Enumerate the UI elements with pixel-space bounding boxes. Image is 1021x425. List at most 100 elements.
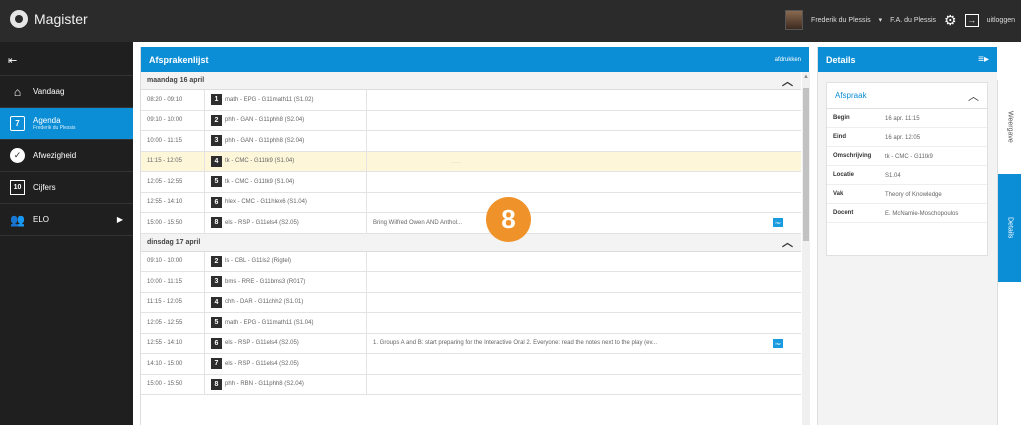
appointment-row[interactable]: 15:00 - 15:50 8 els - RSP - G11els4 (S2.0… bbox=[141, 213, 801, 234]
field-value: S1.04 bbox=[885, 173, 901, 179]
details-title: Details bbox=[826, 54, 856, 65]
sidebar-item-vandaag[interactable]: ⌂ Vandaag bbox=[0, 76, 133, 108]
course-text: ls - CBL - G11ls2 (Rigtel) bbox=[225, 258, 292, 265]
sidebar-item-elo[interactable]: 👥 ELO ▶ bbox=[0, 204, 133, 236]
appointment-course: 6 hlex - CMC - G11hlex6 (S1.04) bbox=[205, 192, 367, 212]
period-number: 4 bbox=[211, 296, 222, 308]
scrollbar-thumb[interactable] bbox=[803, 88, 809, 241]
period-number: 3 bbox=[211, 135, 222, 147]
day-label: dinsdag 17 april bbox=[147, 238, 201, 246]
course-text: els - RSP - G11els4 (S2.05) bbox=[225, 340, 299, 347]
chevron-up-icon[interactable]: ︿ bbox=[782, 73, 793, 89]
appointment-time: 12:05 - 12:55 bbox=[141, 172, 205, 192]
appointment-row[interactable]: 12:55 - 14:10 6 hlex - CMC - G11hlex6 (S1… bbox=[141, 192, 801, 213]
appointment-row[interactable]: 11:15 - 12:05 4 chh - DAR - G11chh2 (S1.0… bbox=[141, 292, 801, 313]
appointments-header: Afsprakenlijst afdrukken bbox=[141, 47, 809, 72]
tab-weergave[interactable]: Weergave bbox=[998, 80, 1021, 174]
logout-icon[interactable]: → bbox=[964, 13, 979, 27]
sidebar-item-cijfers[interactable]: 10 Cijfers bbox=[0, 172, 133, 204]
appointment-course: 3 phh - GAN - G11phh8 (S2.04) bbox=[205, 131, 367, 151]
appointment-time: 14:10 - 15:00 bbox=[141, 354, 205, 374]
homework-badge[interactable]: hw bbox=[773, 338, 783, 348]
field-label: Docent bbox=[833, 210, 854, 216]
appointment-row[interactable]: 10:00 - 11:15 3 phh - GAN - G11phh8 (S2.0… bbox=[141, 131, 801, 152]
course-text: phh - RBN - G11phh8 (S2.04) bbox=[225, 381, 304, 388]
appointment-course: 6 els - RSP - G11els4 (S2.05) bbox=[205, 333, 367, 353]
appointment-note: 1. Groups A and B: start preparing for t… bbox=[373, 340, 658, 347]
appointment-row-selected[interactable]: 11:15 - 12:05 4 tk - CMC - G11tk9 (S1.04)… bbox=[141, 151, 801, 172]
course-text: phh - GAN - G11phh8 (S2.04) bbox=[225, 117, 305, 124]
calendar-icon: 7 bbox=[10, 116, 25, 131]
sidebar-item-sublabel: Frederik du Plessis bbox=[33, 125, 76, 131]
tab-details[interactable]: Details bbox=[998, 174, 1021, 282]
appointments-list[interactable]: maandag 16 april ︿ 08:20 - 09:10 1 math -… bbox=[141, 72, 801, 425]
chevron-down-icon[interactable]: ▾ bbox=[879, 16, 883, 24]
appointment-time: 09:10 - 10:00 bbox=[141, 110, 205, 130]
period-number: 2 bbox=[211, 255, 222, 267]
chevron-up-icon[interactable]: ︿ bbox=[968, 88, 979, 104]
right-tab-bar: Weergave Details bbox=[997, 80, 1021, 425]
user-name[interactable]: Frederik du Plessis bbox=[811, 17, 871, 24]
course-text: math - EPG - G11math11 (S1.02) bbox=[225, 96, 314, 103]
avatar[interactable] bbox=[785, 10, 804, 30]
scroll-up-icon[interactable]: ▲ bbox=[803, 74, 809, 80]
appointment-time: 12:55 - 14:10 bbox=[141, 192, 205, 212]
homework-badge[interactable]: hw bbox=[773, 218, 783, 227]
appointment-row[interactable]: 15:00 - 15:50 8 phh - RBN - G11phh8 (S2.0… bbox=[141, 374, 801, 395]
appointment-time: 15:00 - 15:50 bbox=[141, 213, 205, 233]
sidebar-item-label: Agenda bbox=[33, 116, 61, 125]
app-title: Magister bbox=[34, 11, 88, 27]
print-link[interactable]: afdrukken bbox=[775, 57, 801, 63]
course-text: chh - DAR - G11chh2 (S1.01) bbox=[225, 299, 304, 306]
field-label: Omschrijving bbox=[833, 153, 872, 159]
chevron-up-icon[interactable]: ︿ bbox=[782, 234, 793, 250]
period-number: 1 bbox=[211, 94, 222, 106]
appointment-course: 4 chh - DAR - G11chh2 (S1.01) bbox=[205, 292, 367, 312]
gear-icon[interactable]: ⚙ bbox=[944, 12, 957, 29]
people-icon: 👥 bbox=[10, 212, 25, 227]
appointment-row[interactable]: 12:05 - 12:55 5 math - EPG - G11math11 (S… bbox=[141, 313, 801, 334]
user-select[interactable]: F.A. du Plessis bbox=[890, 17, 936, 24]
course-text: tk - CMC - G11tk9 (S1.04) bbox=[225, 158, 295, 165]
detail-field-vak: Vak Theory of Knowledge bbox=[827, 185, 987, 204]
tab-label: Details bbox=[1006, 217, 1014, 239]
collapse-panel-icon[interactable]: ≡▸ bbox=[978, 54, 989, 65]
user-area: Frederik du Plessis ▾ F.A. du Plessis ⚙ … bbox=[785, 10, 1015, 30]
appointment-row[interactable]: 14:10 - 15:00 7 els - RSP - G11els4 (S2.0… bbox=[141, 354, 801, 375]
appointment-note: Bring Wilfred Owen AND Anthol... bbox=[373, 219, 463, 226]
field-value: E. McNamie-Moschopoulos bbox=[885, 211, 959, 217]
sidebar-item-label: Vandaag bbox=[33, 87, 65, 96]
home-icon: ⌂ bbox=[13, 84, 22, 99]
chevron-right-icon: ▶ bbox=[116, 215, 123, 224]
sidebar-item-label: ELO bbox=[33, 215, 50, 224]
app-logo[interactable]: Magister bbox=[10, 10, 88, 28]
sidebar-item-label: Cijfers bbox=[33, 183, 56, 192]
appointment-row[interactable]: 08:20 - 09:10 1 math - EPG - G11math11 (S… bbox=[141, 90, 801, 111]
card-header[interactable]: Afspraak ︿ bbox=[827, 83, 987, 109]
sidebar-item-agenda[interactable]: 7 Agenda Frederik du Plessis bbox=[0, 108, 133, 140]
logout-link[interactable]: uitloggen bbox=[987, 17, 1015, 24]
appointment-row[interactable]: 09:10 - 10:00 2 ls - CBL - G11ls2 (Rigtel… bbox=[141, 251, 801, 272]
collapse-menu-icon[interactable]: ⇤ bbox=[8, 54, 17, 67]
appointment-time: 11:15 - 12:05 bbox=[141, 292, 205, 312]
day-header[interactable]: dinsdag 17 april ︿ bbox=[141, 233, 801, 252]
field-value: 16 apr. 11:15 bbox=[885, 116, 920, 122]
appointment-time: 08:20 - 09:10 bbox=[141, 90, 205, 110]
appointment-row[interactable]: 12:05 - 12:55 5 tk - CMC - G11tk9 (S1.04) bbox=[141, 172, 801, 193]
sidebar-item-label: Afwezigheid bbox=[33, 151, 77, 160]
appointment-time: 15:00 - 15:50 bbox=[141, 374, 205, 394]
list-scrollbar[interactable]: ▲ bbox=[802, 72, 810, 425]
appointment-course: 2 phh - GAN - G11phh8 (S2.04) bbox=[205, 110, 367, 130]
appointment-row[interactable]: 12:55 - 14:10 6 els - RSP - G11els4 (S2.0… bbox=[141, 333, 801, 354]
appointment-card: Afspraak ︿ Begin 16 apr. 11:15 Eind 16 apr… bbox=[826, 82, 988, 256]
appointment-row[interactable]: 09:10 - 10:00 2 phh - GAN - G11phh8 (S2.0… bbox=[141, 110, 801, 131]
appointment-course: 2 ls - CBL - G11ls2 (Rigtel) bbox=[205, 251, 367, 271]
course-text: phh - GAN - G11phh8 (S2.04) bbox=[225, 137, 305, 144]
appointment-row[interactable]: 10:00 - 11:15 3 bms - RRE - G11bms3 (R017… bbox=[141, 272, 801, 293]
day-header[interactable]: maandag 16 april ︿ bbox=[141, 72, 801, 90]
checkmark-icon: ✓ bbox=[10, 148, 25, 163]
sidebar-item-afwezigheid[interactable]: ✓ Afwezigheid bbox=[0, 140, 133, 172]
card-title: Afspraak bbox=[835, 91, 867, 100]
period-number: 6 bbox=[211, 196, 222, 208]
field-label: Begin bbox=[833, 115, 850, 121]
